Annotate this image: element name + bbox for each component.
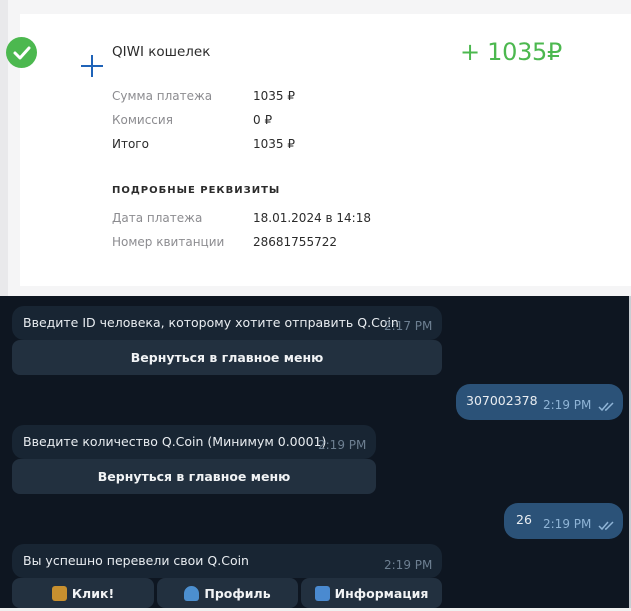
profile-button[interactable]: Профиль — [157, 578, 298, 608]
message-time: 2:17 PM — [384, 319, 433, 333]
payment-amount: + 1035₽ — [460, 38, 562, 66]
message-time: 2:19 PM — [543, 517, 592, 531]
message-time: 2:19 PM — [543, 398, 592, 412]
info-button[interactable]: Информация — [301, 578, 442, 608]
message-time: 2:19 PM — [384, 558, 433, 572]
message-time: 2:19 PM — [318, 438, 367, 452]
payment-receipt: QIWI кошелек + 1035₽ Сумма платежа 1035 … — [0, 0, 631, 296]
telegram-chat: Введите ID человека, которому хотите отп… — [0, 296, 631, 611]
message-text: 307002378 — [466, 393, 538, 408]
message-text: Вы успешно перевели свои Q.Coin — [23, 553, 249, 568]
message-text: Введите количество Q.Coin (Минимум 0.000… — [23, 434, 327, 449]
button-label: Информация — [334, 585, 429, 601]
plus-icon — [80, 54, 104, 78]
check-icon — [6, 37, 37, 68]
sum-label: Сумма платежа — [112, 89, 213, 103]
button-label: Профиль — [204, 585, 271, 601]
details-heading: ПОДРОБНЫЕ РЕКВИЗИТЫ — [112, 185, 281, 196]
read-check-icon — [598, 402, 614, 412]
commission-label: Комиссия — [112, 113, 173, 127]
receipt-number-label: Номер квитанции — [112, 235, 225, 249]
total-value: 1035 ₽ — [253, 137, 295, 151]
sum-value: 1035 ₽ — [253, 89, 295, 103]
button-label: Вернуться в главное меню — [130, 350, 324, 365]
total-label: Итого — [112, 137, 149, 151]
button-label: Вернуться в главное меню — [97, 469, 291, 484]
message-text: Введите ID человека, которому хотите отп… — [23, 315, 399, 330]
user-icon — [184, 585, 200, 601]
back-to-menu-button[interactable]: Вернуться в главное меню — [12, 340, 442, 375]
commission-value: 0 ₽ — [253, 113, 273, 127]
date-label: Дата платежа — [112, 211, 203, 225]
date-value: 18.01.2024 в 14:18 — [253, 211, 371, 225]
button-label: Клик! — [71, 585, 115, 601]
message-text: 26 — [516, 512, 532, 527]
info-icon — [314, 585, 330, 601]
back-to-menu-button[interactable]: Вернуться в главное меню — [12, 459, 376, 494]
click-button[interactable]: Клик! — [12, 578, 154, 608]
receipt-number-value: 28681755722 — [253, 235, 337, 249]
merchant-name: QIWI кошелек — [112, 44, 211, 60]
read-check-icon — [598, 521, 614, 531]
money-bag-icon — [51, 585, 67, 601]
